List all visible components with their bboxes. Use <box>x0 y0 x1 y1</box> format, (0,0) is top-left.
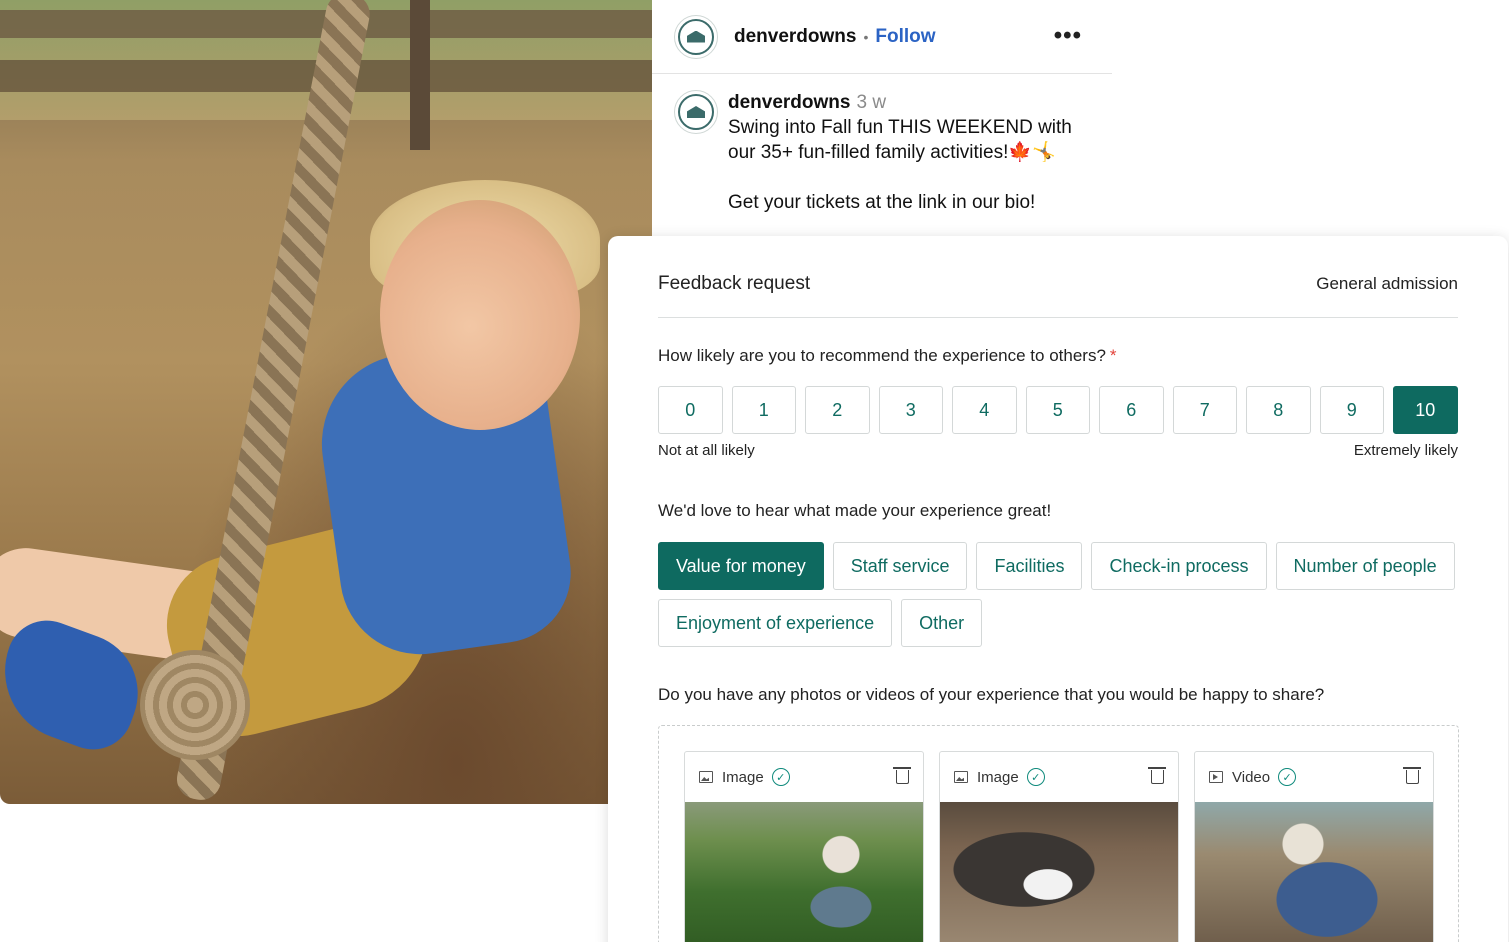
highlight-chips: Value for money Staff service Facilities Ch… <box>658 542 1458 647</box>
social-post: denverdowns • Follow ••• denverdowns 3 w … <box>652 0 1112 236</box>
caption-line-2: our 35+ fun-filled family activities!🍁🤸 <box>728 142 1056 163</box>
caption-line-3: Get your tickets at the link in our bio! <box>728 192 1036 213</box>
feedback-title: Feedback request <box>658 272 811 294</box>
feedback-card: Feedback request General admission How l… <box>608 236 1508 942</box>
trash-icon[interactable] <box>1148 767 1166 784</box>
rating-option-4[interactable]: 4 <box>952 386 1017 434</box>
trash-icon[interactable] <box>1403 767 1421 784</box>
rating-option-1[interactable]: 1 <box>731 386 796 434</box>
rating-option-9[interactable]: 9 <box>1319 386 1384 434</box>
caption-line-1: Swing into Fall fun THIS WEEKEND with <box>728 117 1072 138</box>
post-username[interactable]: denverdowns <box>734 26 856 48</box>
chip-value-for-money[interactable]: Value for money <box>658 542 824 590</box>
media-item[interactable]: Image ✓ <box>684 751 924 942</box>
page: denverdowns • Follow ••• denverdowns 3 w … <box>0 0 1509 942</box>
trash-icon[interactable] <box>893 767 911 784</box>
rating-option-8[interactable]: 8 <box>1246 386 1311 434</box>
chip-facilities[interactable]: Facilities <box>976 542 1083 590</box>
scale-low-label: Not at all likely <box>658 442 755 459</box>
chip-other[interactable]: Other <box>901 599 983 647</box>
media-type-label: Image <box>977 768 1019 786</box>
media-item-header: Image ✓ <box>685 752 923 802</box>
caption-username[interactable]: denverdowns <box>728 92 850 113</box>
rating-option-2[interactable]: 2 <box>805 386 870 434</box>
image-icon <box>699 771 713 783</box>
rating-option-7[interactable]: 7 <box>1172 386 1237 434</box>
post-caption-row: denverdowns 3 w Swing into Fall fun THIS … <box>652 74 1112 215</box>
check-icon: ✓ <box>1278 768 1297 786</box>
caption-avatar[interactable] <box>674 90 718 134</box>
rating-scale: 0 1 2 3 4 5 6 7 8 9 10 <box>658 386 1458 434</box>
more-options-icon[interactable]: ••• <box>1054 22 1082 50</box>
rating-option-5[interactable]: 5 <box>1025 386 1090 434</box>
post-timestamp: 3 w <box>856 92 887 113</box>
rating-option-6[interactable]: 6 <box>1099 386 1164 434</box>
required-marker: * <box>1109 346 1117 365</box>
separator-dot: • <box>863 28 869 45</box>
rating-option-0[interactable]: 0 <box>658 386 723 434</box>
image-icon <box>954 771 968 783</box>
rating-option-10[interactable]: 10 <box>1393 386 1458 434</box>
media-item-header: Image ✓ <box>940 752 1178 802</box>
media-item-header: Video ✓ <box>1195 752 1433 802</box>
media-item[interactable]: Image ✓ <box>939 751 1179 942</box>
media-item[interactable]: Video ✓ <box>1194 751 1434 942</box>
feedback-subtitle: General admission <box>1316 273 1458 293</box>
follow-button[interactable]: Follow <box>875 26 935 48</box>
avatar[interactable] <box>674 14 718 59</box>
hero-photo <box>0 0 652 804</box>
check-icon: ✓ <box>771 768 790 786</box>
recommend-question-text: How likely are you to recommend the expe… <box>658 346 1106 365</box>
recommend-question: How likely are you to recommend the expe… <box>658 346 1458 366</box>
chip-number-of-people[interactable]: Number of people <box>1275 542 1455 590</box>
media-dropzone[interactable]: Image ✓ Image ✓ Video ✓ <box>658 725 1459 942</box>
scale-labels: Not at all likely Extremely likely <box>658 442 1458 459</box>
media-thumbnail[interactable] <box>940 802 1178 942</box>
highlights-question: We'd love to hear what made your experie… <box>658 501 1052 520</box>
chip-enjoyment-of-experience[interactable]: Enjoyment of experience <box>658 599 893 647</box>
media-thumbnail[interactable] <box>1195 802 1433 942</box>
media-type-label: Video <box>1232 768 1271 786</box>
media-question: Do you have any photos or videos of your… <box>658 685 1325 704</box>
media-type-label: Image <box>722 768 764 786</box>
feedback-header: Feedback request General admission <box>658 236 1458 318</box>
media-thumbnail[interactable] <box>685 802 923 942</box>
scale-high-label: Extremely likely <box>1353 442 1458 459</box>
chip-check-in-process[interactable]: Check-in process <box>1091 542 1267 590</box>
check-icon: ✓ <box>1026 768 1045 786</box>
barn-logo-icon <box>687 106 705 118</box>
chip-staff-service[interactable]: Staff service <box>832 542 968 590</box>
video-icon <box>1209 771 1223 783</box>
post-header: denverdowns • Follow ••• <box>652 0 1112 74</box>
barn-logo-icon <box>687 30 705 43</box>
rating-option-3[interactable]: 3 <box>878 386 943 434</box>
post-caption: denverdowns 3 w Swing into Fall fun THIS … <box>728 90 1090 215</box>
